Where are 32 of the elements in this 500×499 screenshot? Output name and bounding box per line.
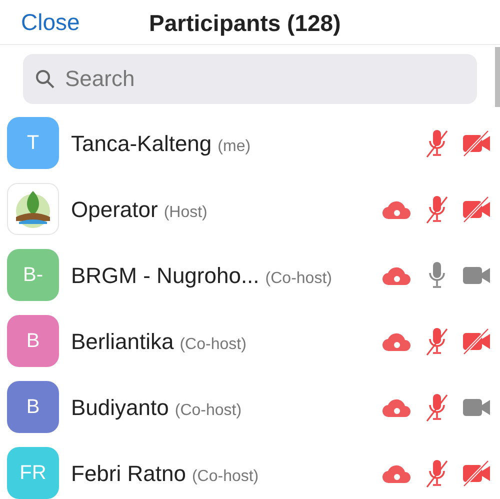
participant-name: Budiyanto [71, 394, 169, 422]
muted-mic-icon[interactable] [424, 128, 450, 158]
participant-name: Febri Ratno [71, 460, 186, 488]
avatar: B [7, 315, 59, 367]
participant-role: (me) [218, 136, 251, 156]
search-field[interactable]: Search [23, 54, 477, 104]
participant-name: Operator [71, 196, 158, 224]
muted-mic-icon[interactable] [424, 458, 450, 488]
scrollbar[interactable] [495, 47, 500, 107]
participant-role: (Co-host) [265, 268, 332, 288]
video-off-icon[interactable] [462, 459, 492, 487]
avatar: FR [7, 447, 59, 499]
participant-name: Tanca-Kalteng [71, 130, 212, 158]
participant-role: (Co-host) [180, 334, 246, 354]
muted-mic-icon[interactable] [424, 326, 450, 356]
search-icon [35, 69, 55, 89]
muted-mic-icon[interactable] [424, 194, 450, 224]
video-off-icon[interactable] [462, 129, 492, 157]
participant-role: (Co-host) [192, 466, 259, 486]
video-off-icon[interactable] [462, 195, 492, 223]
muted-mic-icon[interactable] [424, 392, 450, 422]
participant-name: BRGM - Nugroho... [71, 262, 260, 290]
avatar: B- [7, 249, 59, 301]
video-off-icon[interactable] [462, 327, 492, 355]
avatar: B [7, 381, 59, 433]
participant-role: (Co-host) [174, 400, 242, 420]
participant-name: Berliantika [71, 328, 174, 356]
window-title: Participants (128) [149, 9, 341, 38]
close-button[interactable]: Close [21, 4, 80, 40]
participant-role: (Host) [164, 202, 208, 222]
organization-logo [7, 183, 59, 235]
avatar: T [7, 117, 59, 169]
